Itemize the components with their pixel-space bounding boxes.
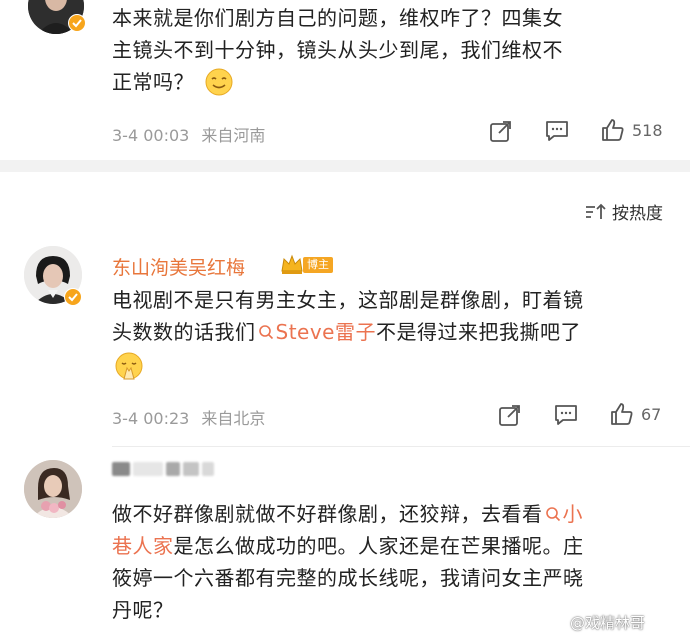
like-count: 518	[632, 120, 663, 140]
share-icon[interactable]	[488, 118, 514, 144]
username-blurred[interactable]	[112, 462, 214, 476]
watermark: @戏精林哥	[570, 614, 646, 632]
sort-by-hot-button[interactable]: 按热度	[584, 199, 663, 224]
comment-text: 本来就是你们剧方自己的问题，维权咋了？四集女 主镜头不到十分钟，镜头从头少到尾，…	[112, 2, 672, 98]
search-icon	[258, 325, 273, 340]
sort-label: 按热度	[612, 204, 663, 224]
comment-icon[interactable]	[544, 118, 570, 144]
thumbs-up-icon	[602, 119, 624, 141]
comment-icon[interactable]	[553, 402, 579, 428]
like-button[interactable]: 67	[609, 401, 661, 427]
sort-icon	[586, 203, 606, 219]
comment-meta: 3-4 00:23 来自北京	[112, 405, 265, 429]
comment-location: 来自北京	[201, 409, 266, 428]
mention-link-continued[interactable]: 巷人家	[112, 534, 174, 558]
comment-meta: 3-4 00:03 来自河南	[112, 122, 265, 146]
search-icon	[545, 507, 560, 522]
verified-badge-icon	[64, 288, 82, 306]
smile-emoji-icon	[205, 68, 233, 96]
comment-text: 做不好群像剧就做不好群像剧，还狡辩，去看看小 巷人家是怎么做成功的吧。人家还是在…	[112, 502, 584, 622]
like-count: 67	[641, 404, 662, 424]
blogger-badge: 博主	[303, 257, 333, 273]
comment-time: 3-4 00:23	[112, 409, 190, 428]
username[interactable]: 东山洵美吴红梅	[112, 253, 245, 280]
share-icon[interactable]	[497, 402, 523, 428]
thumbs-up-icon	[611, 403, 633, 425]
verified-badge-icon	[68, 14, 86, 32]
comment-1: 本来就是你们剧方自己的问题，维权咋了？四集女 主镜头不到十分钟，镜头从头少到尾，…	[0, 0, 690, 160]
pray-emoji-icon	[115, 352, 143, 380]
crown-icon	[281, 254, 303, 274]
comment-location: 来自河南	[201, 126, 266, 145]
comment-time: 3-4 00:03	[112, 126, 190, 145]
separator-line	[112, 446, 690, 447]
section-divider	[0, 160, 690, 172]
like-button[interactable]: 518	[600, 117, 663, 143]
comment-text: 电视剧不是只有男主女主，这部剧是群像剧，盯着镜 头数数的话我们 Steve雷子不是…	[112, 284, 682, 384]
avatar[interactable]	[24, 460, 82, 518]
mention-link[interactable]: 小	[543, 502, 584, 526]
mention-link[interactable]: Steve雷子	[256, 320, 376, 344]
